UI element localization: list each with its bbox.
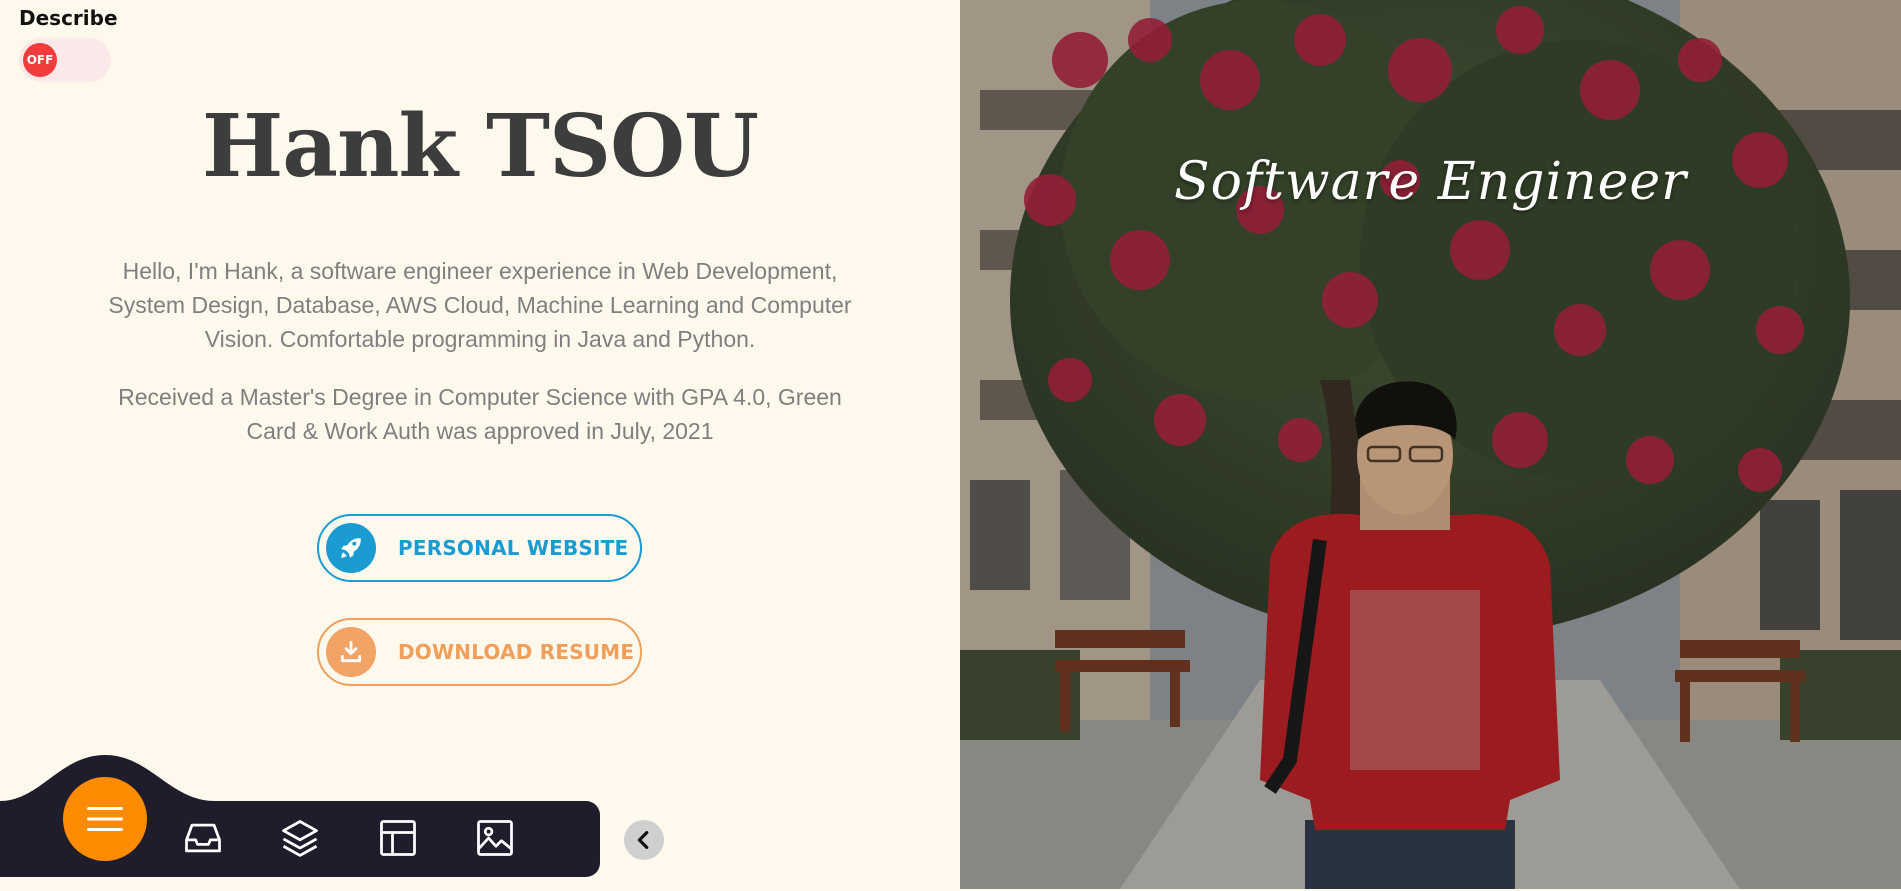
- describe-label: Describe: [19, 6, 118, 30]
- personal-website-label: PERSONAL WEBSITE: [398, 536, 629, 560]
- describe-toggle[interactable]: OFF: [19, 38, 111, 82]
- personal-website-button[interactable]: PERSONAL WEBSITE: [317, 514, 642, 582]
- toggle-knob: OFF: [23, 43, 57, 77]
- hero-photo: Software Engineer: [960, 0, 1901, 889]
- inbox-icon: [185, 823, 221, 853]
- inbox-button[interactable]: [178, 813, 228, 863]
- hero-photo-illustration: [960, 0, 1901, 889]
- download-icon: [326, 627, 376, 677]
- layout-button[interactable]: [373, 813, 423, 863]
- collapse-dock-button[interactable]: [624, 820, 664, 860]
- download-resume-label: DOWNLOAD RESUME: [398, 640, 635, 664]
- bio-paragraph-2: Received a Master's Degree in Computer S…: [118, 384, 842, 444]
- image-icon: [477, 820, 513, 856]
- download-resume-button[interactable]: DOWNLOAD RESUME: [317, 618, 642, 686]
- chevron-left-icon: [637, 831, 649, 849]
- layers-icon: [282, 820, 318, 857]
- image-button[interactable]: [470, 813, 520, 863]
- hamburger-menu-button[interactable]: [63, 777, 147, 861]
- rocket-icon: [326, 523, 376, 573]
- hamburger-icon: [87, 807, 123, 831]
- hero-tagline: Software Engineer: [1173, 152, 1687, 212]
- page-title: Hank TSOU: [201, 96, 759, 197]
- layout-icon: [380, 820, 416, 856]
- layers-button[interactable]: [275, 813, 325, 863]
- bio-paragraph-1: Hello, I'm Hank, a software engineer exp…: [108, 258, 852, 352]
